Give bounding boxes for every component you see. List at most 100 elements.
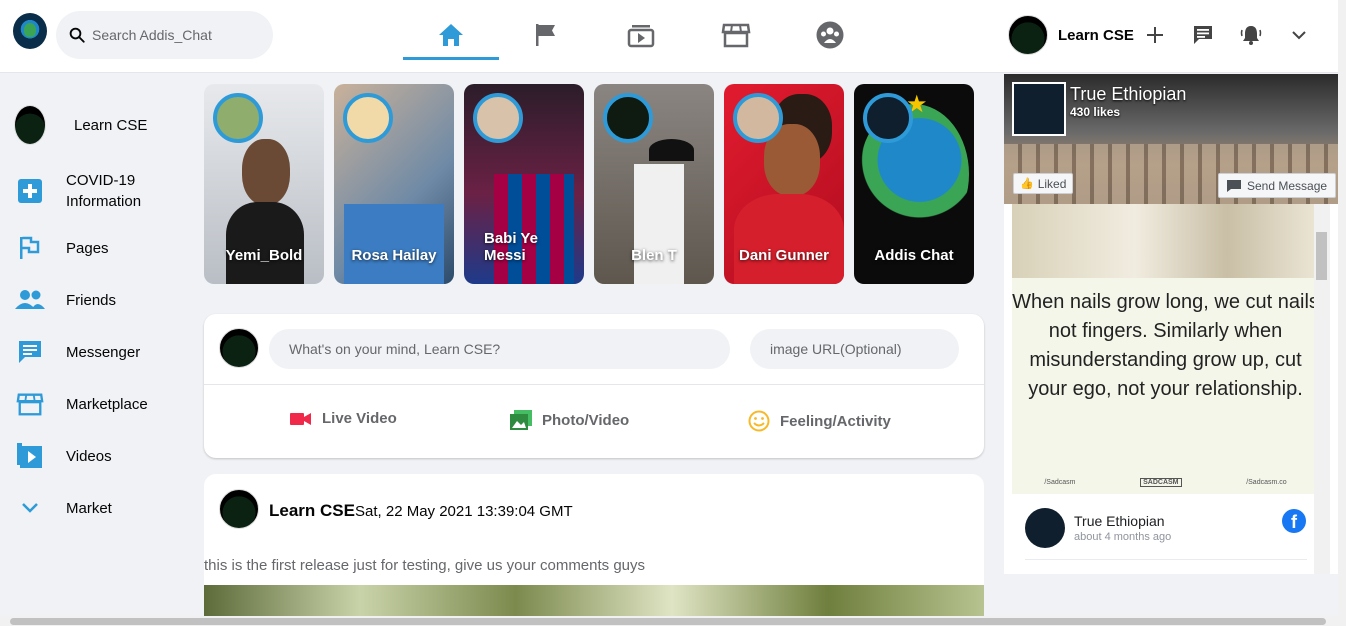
top-bar: Learn CSE [0,0,1346,73]
nav-home[interactable] [403,13,499,60]
avatar[interactable] [1025,508,1065,548]
chat-icon [1227,179,1241,192]
story-card[interactable]: Blen T [594,84,714,284]
avatar [863,93,913,143]
avatar [473,93,523,143]
groups-icon [816,21,844,49]
sidebar-item-friends[interactable]: Friends [14,284,116,316]
feed-image: When nails grow long, we cut nails not f… [1012,204,1319,494]
sidebar-item-covid[interactable]: COVID-19 Information [14,170,176,212]
sidebar-item-label: Messenger [66,343,141,361]
nav-pages[interactable] [498,13,594,57]
page-scrollbar[interactable] [1338,0,1346,626]
video-icon [14,440,46,472]
story-card[interactable]: Rosa Hailay [334,84,454,284]
post-input[interactable] [269,329,730,369]
home-icon [439,24,463,46]
sidebar-item-profile[interactable]: Learn CSE [14,105,148,145]
option-label: Live Video [322,410,397,427]
store-icon [14,388,46,420]
search-box[interactable] [56,11,273,59]
account-menu-button[interactable] [1284,20,1314,50]
sidebar-item-messenger[interactable]: Messenger [14,336,140,368]
footer-link: /Sadcasm [1044,478,1076,486]
widget-scroll-thumb[interactable] [1316,232,1327,280]
story-name: Dani Gunner [738,247,829,264]
notifications-button[interactable] [1236,20,1266,50]
smiley-icon [748,410,770,432]
video-icon [627,25,655,48]
feed-page-name[interactable]: True Ethiopian [1074,513,1165,529]
flag-icon [536,24,555,46]
create-button[interactable] [1140,20,1170,50]
sidebar-item-pages[interactable]: Pages [14,232,109,264]
plus-icon [1147,27,1163,43]
messenger-button[interactable] [1188,20,1218,50]
facebook-icon: f [1282,509,1306,533]
profile-chip[interactable]: Learn CSE [1008,14,1134,56]
feeling-activity-button[interactable]: Feeling/Activity [748,410,891,432]
story-card[interactable]: Yemi_Bold [204,84,324,284]
divider [1025,559,1307,560]
story-name: Blen T [631,247,677,264]
divider [204,384,984,385]
avatar [343,93,393,143]
footer-link: /Sadcasm.co [1246,478,1287,486]
nav-marketplace[interactable] [688,13,784,57]
story-card[interactable]: ★ Addis Chat [854,84,974,284]
story-card[interactable]: Babi Ye Messi [464,84,584,284]
live-video-button[interactable]: Live Video [290,410,397,427]
sidebar-item-label: Market [66,499,112,517]
post-author[interactable]: Learn CSE [269,501,355,521]
search-icon [69,27,85,43]
send-message-label: Send Message [1247,178,1328,193]
nav-groups[interactable] [782,13,878,57]
page-logo[interactable] [1012,82,1066,136]
chat-icon [1194,26,1212,44]
nav-watch[interactable] [593,13,689,57]
sidebar-item-market[interactable]: Market [14,492,112,524]
feed-time[interactable]: about 4 months ago [1074,531,1171,543]
image-url-input[interactable] [750,329,959,369]
story-name: Rosa Hailay [351,247,437,264]
horizontal-scroll-thumb[interactable] [10,618,1326,625]
sidebar-item-label: Videos [66,447,112,465]
send-message-button[interactable]: Send Message [1218,173,1337,198]
sidebar-item-label: Learn CSE [74,116,148,134]
sidebar-item-marketplace[interactable]: Marketplace [14,388,148,420]
option-label: Feeling/Activity [780,412,891,430]
avatar [219,328,259,368]
post-text: this is the first release just for testi… [204,557,646,574]
sidebar-item-label: Friends [66,291,117,309]
story-name: Yemi_Bold [225,247,303,264]
page-name[interactable]: True Ethiopian [1070,84,1186,105]
page-likes: 430 likes [1070,105,1121,119]
photo-icon [510,410,532,430]
sidebar-item-label: Marketplace [66,395,148,413]
story-name: Addis Chat [874,247,954,264]
flag-icon [14,232,46,264]
liked-button[interactable]: 👍 Liked [1013,173,1074,194]
plus-icon [14,175,46,207]
story-card[interactable]: Dani Gunner [724,84,844,284]
photo-video-button[interactable]: Photo/Video [510,410,629,430]
feed-post: Learn CSE Sat, 22 May 2021 13:39:04 GMT … [204,474,984,626]
sidebar-item-label: Pages [66,239,109,257]
header-user-name: Learn CSE [1058,26,1134,44]
chevron-down-icon [1292,31,1306,40]
sidebar-item-label: COVID-19 Information [66,172,142,210]
avatar [213,93,263,143]
app-logo[interactable] [13,13,47,49]
avatar [219,489,259,529]
liked-label: Liked [1037,176,1067,191]
post-composer: Live Video Photo/Video Feeling/Activity [204,314,984,458]
search-input[interactable] [92,27,262,43]
bell-icon [1240,26,1262,45]
avatar [1008,15,1048,55]
post-date: Sat, 22 May 2021 13:39:04 GMT [355,503,573,520]
store-icon [721,23,751,48]
option-label: Photo/Video [542,411,630,429]
sidebar-item-videos[interactable]: Videos [14,440,112,472]
avatar [733,93,783,143]
story-name: Babi Ye Messi [484,230,538,264]
